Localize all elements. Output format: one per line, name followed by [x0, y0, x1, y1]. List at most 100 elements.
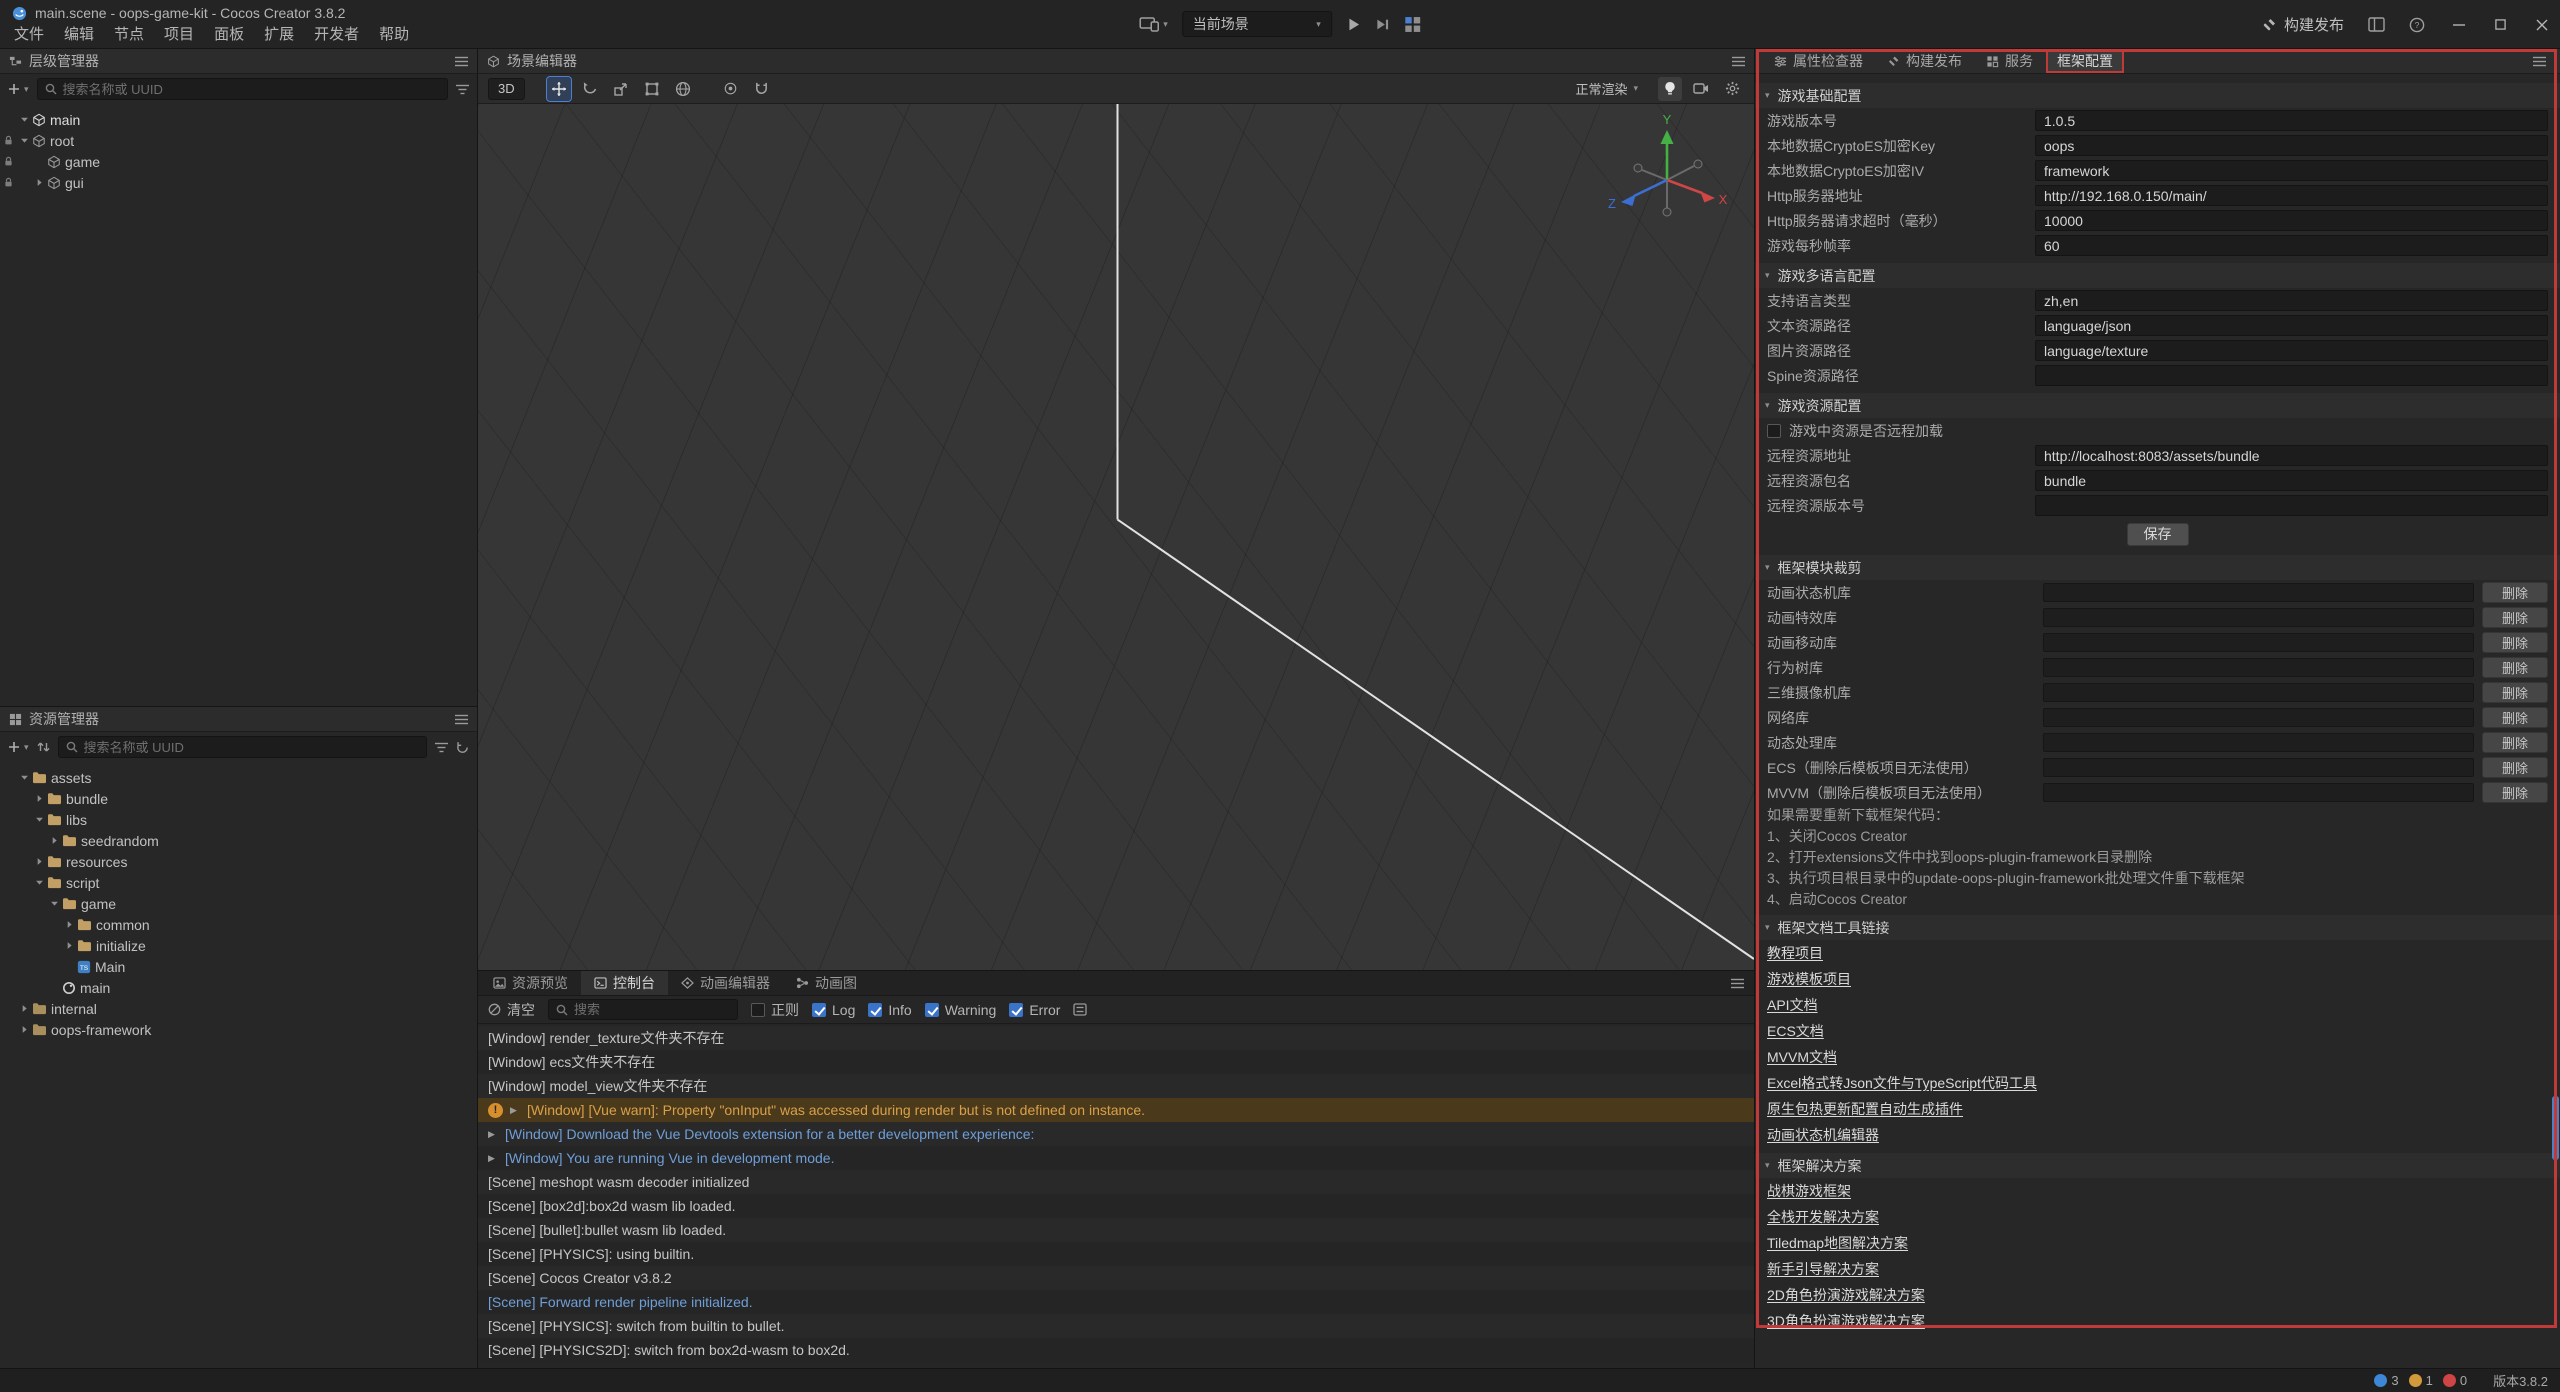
tree-node-resources[interactable]: resources: [0, 851, 477, 872]
log-row[interactable]: [Scene] meshopt wasm decoder initialized: [478, 1170, 1754, 1194]
chevron-down-icon[interactable]: [17, 136, 32, 145]
help-icon[interactable]: ?: [2409, 17, 2425, 33]
console-tab-0[interactable]: 资源预览: [480, 971, 581, 995]
field-input[interactable]: [2035, 135, 2548, 156]
chevron-down-icon[interactable]: [17, 115, 32, 124]
delete-button[interactable]: 删除: [2482, 632, 2548, 653]
doc-link[interactable]: 3D角色扮演游戏解决方案: [1767, 1308, 1925, 1334]
delete-button[interactable]: 删除: [2482, 582, 2548, 603]
inspector-tab-0[interactable]: 属性检查器: [1763, 49, 1874, 73]
regex-checkbox[interactable]: 正则: [751, 1000, 799, 1020]
assets-search[interactable]: [58, 736, 427, 758]
create-asset-button[interactable]: ▾: [8, 741, 29, 753]
delete-button[interactable]: 删除: [2482, 707, 2548, 728]
chevron-right-icon[interactable]: [17, 1004, 32, 1013]
step-button[interactable]: [1375, 17, 1390, 32]
build-publish-button[interactable]: 构建发布: [2261, 14, 2344, 35]
chevron-down-icon[interactable]: [47, 899, 62, 908]
save-button[interactable]: 保存: [2127, 523, 2189, 546]
doc-link[interactable]: 动画状态机编辑器: [1767, 1122, 1879, 1148]
inspector-scrollbar[interactable]: [2552, 74, 2559, 1368]
scene-menu-icon[interactable]: [1732, 56, 1745, 67]
log-row[interactable]: [Scene] [PHYSICS2D]: switch from box2d-w…: [478, 1338, 1754, 1362]
move-tool-button[interactable]: [547, 77, 571, 101]
field-input[interactable]: [2035, 235, 2548, 256]
hierarchy-search-input[interactable]: [63, 82, 440, 97]
create-node-button[interactable]: ▾: [8, 83, 29, 95]
menu-item[interactable]: 面板: [204, 20, 254, 47]
menu-item[interactable]: 编辑: [54, 20, 104, 47]
expand-icon[interactable]: ▶: [488, 1129, 498, 1140]
log-row[interactable]: [Scene] [box2d]:box2d wasm lib loaded.: [478, 1194, 1754, 1218]
doc-link[interactable]: 原生包热更新配置自动生成插件: [1767, 1096, 1963, 1122]
doc-link[interactable]: 游戏模板项目: [1767, 966, 1851, 992]
field-input-value[interactable]: [2036, 318, 2547, 334]
delete-button[interactable]: 删除: [2482, 682, 2548, 703]
section-header[interactable]: ▾游戏多语言配置: [1755, 263, 2560, 288]
checkbox-icon[interactable]: [1767, 424, 1781, 438]
doc-link[interactable]: Excel格式转Json文件与TypeScript代码工具: [1767, 1070, 2037, 1096]
doc-link[interactable]: ECS文档: [1767, 1018, 1824, 1044]
inspector-tab-1[interactable]: 构建发布: [1876, 49, 1973, 73]
chevron-down-icon[interactable]: [17, 773, 32, 782]
field-input[interactable]: [2035, 365, 2548, 386]
filter-log-checkbox[interactable]: Log: [812, 1002, 855, 1018]
render-mode-dropdown[interactable]: 正常渲染 ▾: [1575, 79, 1638, 98]
layout-icon[interactable]: [2368, 17, 2385, 32]
delete-button[interactable]: 删除: [2482, 782, 2548, 803]
snap-settings-button[interactable]: [750, 77, 774, 101]
play-button[interactable]: [1346, 17, 1361, 32]
scrollbar-thumb[interactable]: [2552, 1096, 2559, 1160]
scale-tool-button[interactable]: [609, 77, 633, 101]
field-input[interactable]: [2035, 315, 2548, 336]
expand-icon[interactable]: ▶: [488, 1153, 498, 1164]
console-search-input[interactable]: [574, 1002, 730, 1017]
field-input[interactable]: [2035, 185, 2548, 206]
field-input-value[interactable]: [2036, 138, 2547, 154]
field-input-value[interactable]: [2036, 343, 2547, 359]
hierarchy-menu-icon[interactable]: [455, 56, 468, 67]
camera-settings-button[interactable]: [1689, 77, 1713, 101]
chevron-right-icon[interactable]: [32, 857, 47, 866]
info-count[interactable]: 3: [2374, 1373, 2398, 1388]
log-row[interactable]: [Scene] Forward render pipeline initiali…: [478, 1290, 1754, 1314]
log-row[interactable]: [Scene] [bullet]:bullet wasm lib loaded.: [478, 1218, 1754, 1242]
delete-button[interactable]: 删除: [2482, 732, 2548, 753]
field-input[interactable]: [2035, 290, 2548, 311]
log-row[interactable]: [Scene] [PHYSICS]: using builtin.: [478, 1242, 1754, 1266]
tree-node-oops-framework[interactable]: oops-framework: [0, 1019, 477, 1040]
tree-node-main[interactable]: main: [0, 109, 477, 130]
axis-gizmo[interactable]: Y X Z: [1602, 112, 1732, 242]
assets-search-input[interactable]: [84, 740, 419, 755]
tree-node-libs[interactable]: libs: [0, 809, 477, 830]
section-header[interactable]: ▾框架模块裁剪: [1755, 555, 2560, 580]
field-input-value[interactable]: [2036, 188, 2547, 204]
tree-node-bundle[interactable]: bundle: [0, 788, 477, 809]
preview-window-button[interactable]: [1404, 16, 1421, 33]
rotate-tool-button[interactable]: [578, 77, 602, 101]
tree-node-game[interactable]: game: [0, 151, 477, 172]
doc-link[interactable]: 2D角色扮演游戏解决方案: [1767, 1282, 1925, 1308]
lighting-toggle-button[interactable]: [1658, 77, 1682, 101]
filter-icon[interactable]: [456, 84, 469, 95]
doc-link[interactable]: Tiledmap地图解决方案: [1767, 1230, 1908, 1256]
menu-item[interactable]: 帮助: [369, 20, 419, 47]
chevron-down-icon[interactable]: [32, 878, 47, 887]
assets-menu-icon[interactable]: [455, 714, 468, 725]
doc-link[interactable]: 全栈开发解决方案: [1767, 1204, 1879, 1230]
field-input[interactable]: [2035, 160, 2548, 181]
console-menu-icon[interactable]: [1731, 978, 1744, 989]
field-input-value[interactable]: [2036, 448, 2547, 464]
log-row[interactable]: ▶[Window] Download the Vue Devtools exte…: [478, 1122, 1754, 1146]
field-input-value[interactable]: [2036, 238, 2547, 254]
field-input[interactable]: [2035, 495, 2548, 516]
log-row[interactable]: ▶[Window] You are running Vue in develop…: [478, 1146, 1754, 1170]
gear-icon[interactable]: [1720, 77, 1744, 101]
log-row[interactable]: [Scene] [PHYSICS]: switch from builtin t…: [478, 1314, 1754, 1338]
tree-node-gui[interactable]: gui: [0, 172, 477, 193]
console-tab-3[interactable]: 动画图: [783, 971, 870, 995]
delete-button[interactable]: 删除: [2482, 757, 2548, 778]
filter-error-checkbox[interactable]: Error: [1009, 1002, 1060, 1018]
field-input[interactable]: [2035, 340, 2548, 361]
field-input-value[interactable]: [2036, 368, 2547, 384]
